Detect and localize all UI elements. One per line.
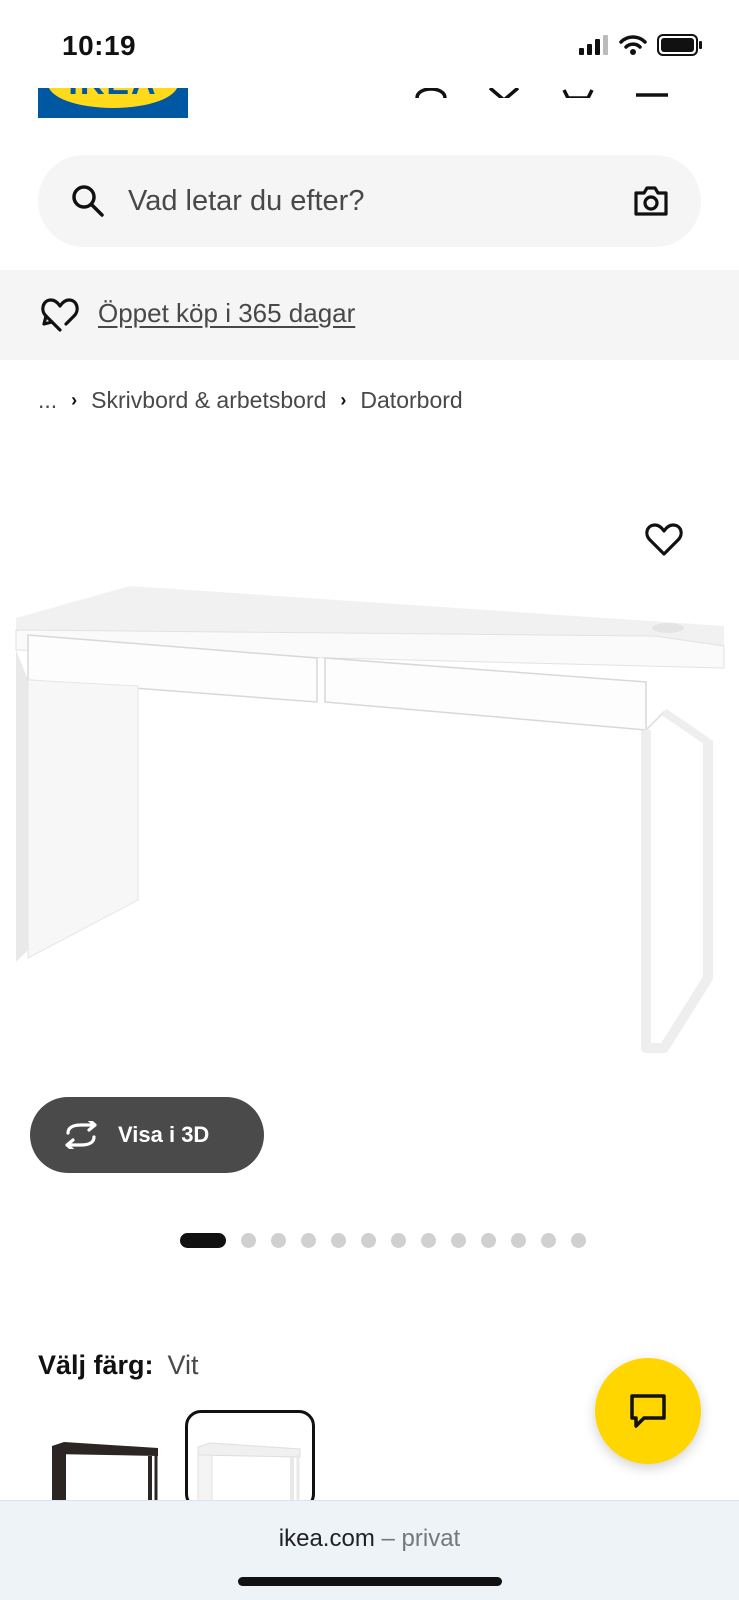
carousel-dot[interactable] bbox=[180, 1233, 226, 1248]
rotate-icon bbox=[65, 1121, 97, 1149]
breadcrumb-ellipsis[interactable]: ... bbox=[38, 387, 57, 414]
url-domain: ikea.com bbox=[278, 1525, 375, 1552]
carousel-dot[interactable] bbox=[511, 1233, 526, 1248]
carousel-dot[interactable] bbox=[361, 1233, 376, 1248]
carousel-dot[interactable] bbox=[331, 1233, 346, 1248]
chat-button[interactable] bbox=[595, 1358, 701, 1464]
chat-icon bbox=[630, 1394, 666, 1428]
battery-icon bbox=[657, 34, 702, 56]
carousel-dot[interactable] bbox=[271, 1233, 286, 1248]
view-3d-label: Visa i 3D bbox=[118, 1122, 210, 1147]
site-header: IKEA bbox=[0, 88, 739, 128]
url-display[interactable]: ikea.com – privat bbox=[0, 1525, 739, 1553]
browser-address-bar[interactable]: ikea.com – privat bbox=[0, 1500, 739, 1600]
status-bar: 10:19 bbox=[0, 0, 739, 88]
carousel-dot[interactable] bbox=[421, 1233, 436, 1248]
signal-icon bbox=[579, 35, 608, 55]
home-indicator[interactable] bbox=[238, 1577, 502, 1586]
ikea-logo[interactable]: IKEA bbox=[38, 88, 188, 118]
carousel-dot[interactable] bbox=[571, 1233, 586, 1248]
view-3d-button[interactable]: Visa i 3D bbox=[30, 1097, 264, 1173]
camera-icon[interactable] bbox=[633, 183, 669, 219]
product-image[interactable] bbox=[0, 500, 739, 1080]
carousel-dot[interactable] bbox=[391, 1233, 406, 1248]
chevron-right-icon: › bbox=[71, 389, 78, 410]
status-icons bbox=[579, 34, 703, 56]
breadcrumb-desks[interactable]: Skrivbord & arbetsbord bbox=[91, 387, 326, 414]
private-mode-label: – privat bbox=[381, 1525, 461, 1552]
breadcrumb: ... › Skrivbord & arbetsbord › Datorbord bbox=[38, 385, 463, 415]
carousel-dot[interactable] bbox=[481, 1233, 496, 1248]
carousel-dot[interactable] bbox=[241, 1233, 256, 1248]
return-policy-link[interactable]: Öppet köp i 365 dagar bbox=[98, 298, 355, 329]
chevron-right-icon: › bbox=[340, 389, 347, 410]
color-selection-label: Välj färg: Vit bbox=[38, 1350, 199, 1381]
wifi-icon bbox=[619, 35, 647, 55]
search-icon[interactable] bbox=[70, 183, 106, 219]
search-bar bbox=[38, 155, 701, 247]
status-time: 10:19 bbox=[62, 30, 137, 61]
chevron-down-icon[interactable] bbox=[486, 88, 522, 98]
color-label-value: Vit bbox=[167, 1350, 199, 1380]
search-input[interactable] bbox=[128, 177, 588, 225]
color-label-key: Välj färg: bbox=[38, 1350, 154, 1380]
return-policy-banner: Öppet köp i 365 dagar bbox=[0, 270, 739, 360]
person-icon[interactable] bbox=[413, 88, 449, 98]
carousel-dot[interactable] bbox=[451, 1233, 466, 1248]
heart-return-icon bbox=[41, 298, 79, 332]
image-carousel-dots bbox=[180, 1233, 601, 1248]
menu-icon[interactable] bbox=[634, 88, 670, 98]
carousel-dot[interactable] bbox=[301, 1233, 316, 1248]
color-swatch-white[interactable] bbox=[185, 1410, 315, 1510]
cart-icon[interactable] bbox=[560, 88, 596, 98]
color-swatch-black-brown[interactable] bbox=[42, 1410, 172, 1510]
breadcrumb-computer-desks[interactable]: Datorbord bbox=[360, 387, 462, 414]
carousel-dot[interactable] bbox=[541, 1233, 556, 1248]
